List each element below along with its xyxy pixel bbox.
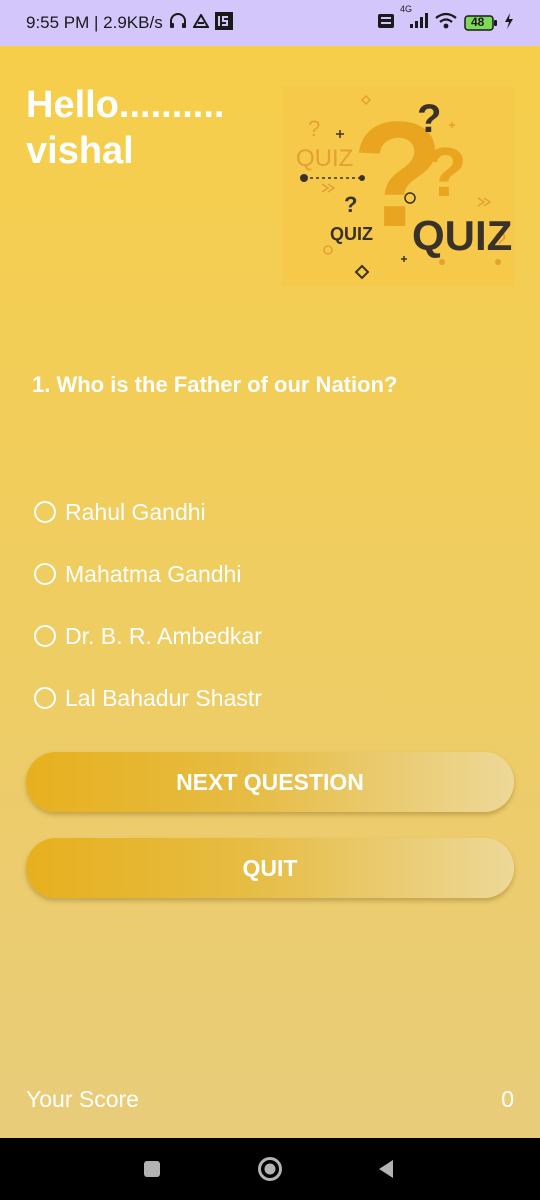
app-badge-icon (214, 11, 233, 35)
score-label: Your Score (26, 1086, 139, 1112)
radio-button[interactable] (34, 625, 56, 647)
quiz-illustration: ? ? ? ? ? ? QUIZ QUIZ QUIZ (282, 86, 514, 286)
quit-button[interactable]: QUIT (26, 838, 514, 898)
square-nav-icon[interactable] (122, 1138, 182, 1200)
network-label: 4G (400, 3, 413, 14)
option-mahatma-gandhi[interactable]: Mahatma Gandhi (32, 543, 262, 605)
svg-text:?: ? (417, 97, 441, 141)
signal-icon: 4G (400, 4, 428, 34)
headphones-icon (169, 12, 187, 34)
quiz-illustration-art: ? ? ? ? ? ? QUIZ QUIZ QUIZ (296, 90, 512, 280)
status-left: 9:55 PM | 2.9KB/s (26, 0, 233, 46)
svg-text:?: ? (344, 192, 357, 217)
svg-text:?: ? (308, 116, 320, 141)
answer-options: Rahul Gandhi Mahatma Gandhi Dr. B. R. Am… (32, 481, 262, 729)
quiz-word-2: QUIZ (330, 224, 373, 244)
status-right: 4G 48 (378, 0, 514, 46)
status-time: 9:55 PM | 2.9KB/s (26, 13, 163, 32)
greeting-hello: Hello.......... (26, 84, 225, 126)
wifi-icon (434, 12, 458, 35)
radio-button[interactable] (34, 563, 56, 585)
quiz-screen: Hello.......... vishal ? ? ? ? ? ? QUIZ … (0, 46, 540, 1138)
greeting: Hello.......... vishal (26, 82, 224, 174)
next-question-button[interactable]: NEXT QUESTION (26, 752, 514, 812)
home-nav-icon[interactable] (240, 1138, 300, 1200)
status-bar: 9:55 PM | 2.9KB/s 4G 48 (0, 0, 540, 46)
navigation-bar (0, 1138, 540, 1200)
battery-icon: 48 (464, 14, 498, 32)
radio-button[interactable] (34, 687, 56, 709)
option-label: Mahatma Gandhi (65, 560, 242, 587)
quiz-word-1: QUIZ (296, 145, 353, 172)
option-label: Lal Bahadur Shastr (65, 684, 262, 711)
question-text: 1. Who is the Father of our Nation? (32, 372, 398, 397)
battery-level: 48 (471, 15, 485, 29)
score-value: 0 (501, 1086, 514, 1112)
option-label: Dr. B. R. Ambedkar (65, 622, 262, 649)
greeting-username: vishal (26, 130, 134, 172)
option-br-ambedkar[interactable]: Dr. B. R. Ambedkar (32, 605, 262, 667)
option-label: Rahul Gandhi (65, 498, 206, 525)
radio-button[interactable] (34, 501, 56, 523)
volte-icon (378, 13, 394, 34)
back-nav-icon[interactable] (356, 1138, 416, 1200)
option-lal-bahadur-shastri[interactable]: Lal Bahadur Shastr (32, 667, 262, 729)
quiz-word-3: QUIZ (412, 212, 512, 259)
drive-icon (191, 13, 210, 33)
option-rahul-gandhi[interactable]: Rahul Gandhi (32, 481, 262, 543)
charging-icon (504, 12, 514, 34)
svg-text:?: ? (424, 133, 467, 211)
